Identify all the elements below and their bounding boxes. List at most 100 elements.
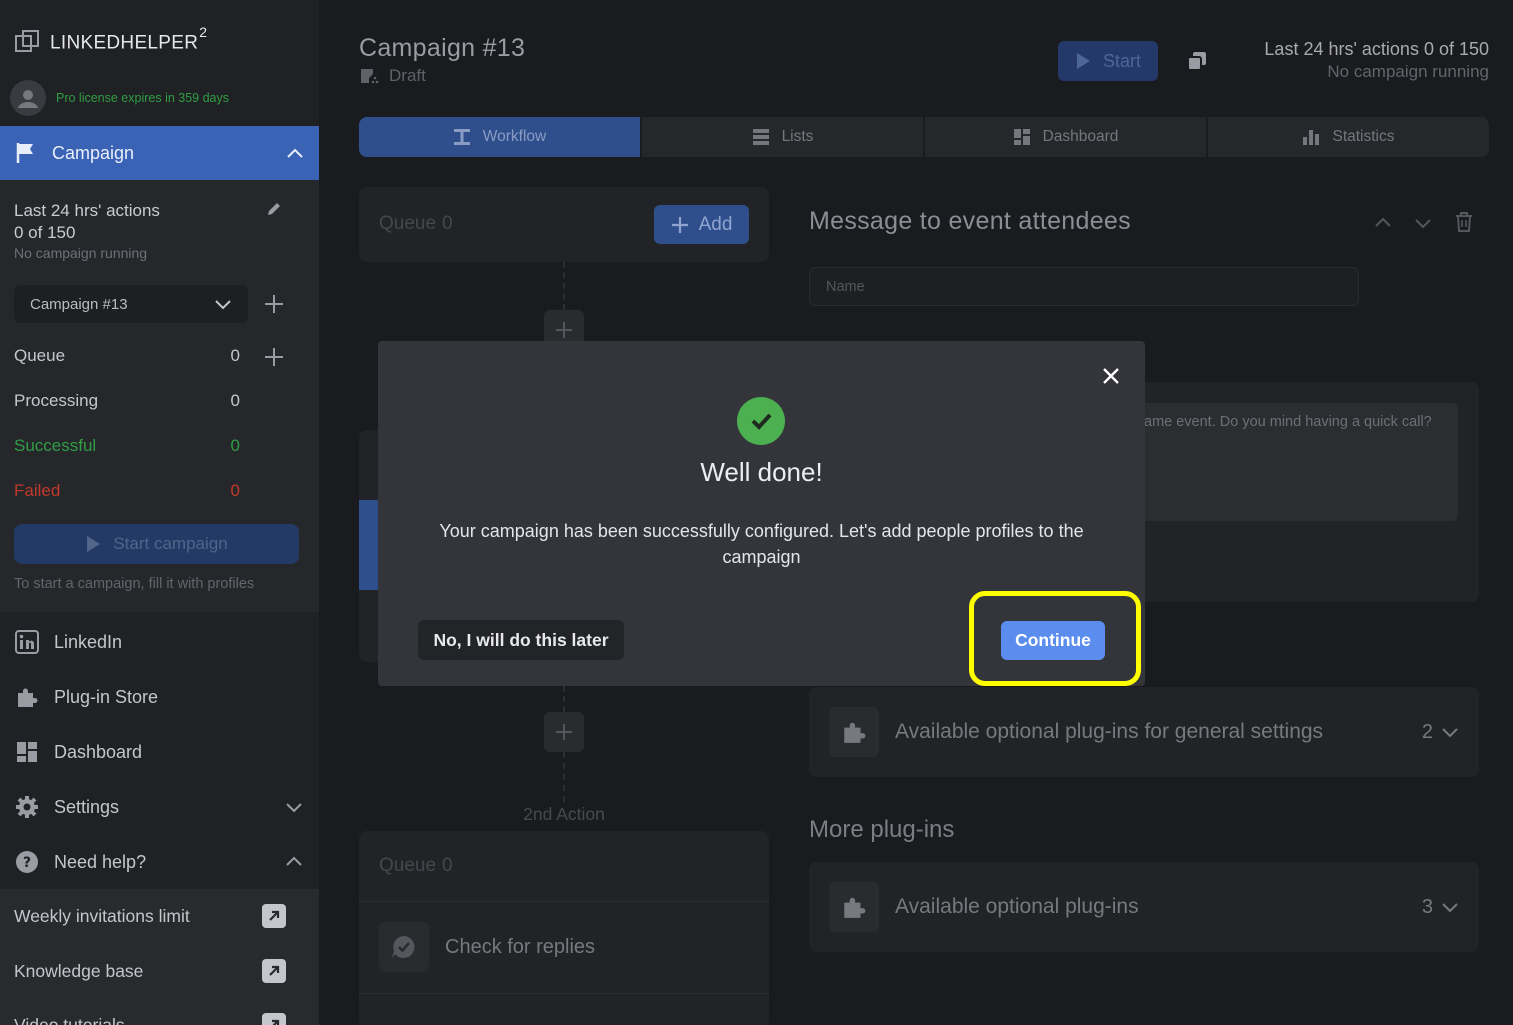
stat-value: 0 [230,481,240,500]
sidebar-item-label: LinkedIn [54,631,123,652]
chevron-down-icon[interactable] [1412,212,1434,234]
plus-icon [556,322,572,338]
sidebar-item-label: Need help? [54,851,147,872]
connector-line [563,686,565,712]
plugins-more-label: Available optional plug-ins [895,895,1139,918]
chevron-down-icon [214,295,232,313]
action-title: Message to event attendees [809,207,1131,235]
count-value: 2 [1421,720,1433,743]
chevron-down-icon [284,797,304,817]
external-link-icon [262,1013,286,1025]
lists-icon [752,128,770,146]
do-later-button[interactable]: No, I will do this later [418,620,624,660]
count-value: 3 [1421,895,1433,918]
continue-highlight-frame [969,591,1141,686]
plugins-more-count: 3 [1422,896,1459,919]
insert-action-button[interactable] [544,712,584,752]
campaign-section-header[interactable]: Campaign [0,126,319,180]
add-profiles-button[interactable]: Add [654,205,749,244]
sidebar-item-dashboard[interactable]: Dashboard [14,732,304,772]
linkedin-icon [14,629,40,655]
queue-text: Queue [379,213,437,234]
dialog-title: Well done! [700,457,823,487]
plus-icon [671,216,689,234]
duplicate-icon[interactable] [1186,50,1208,72]
campaign-select[interactable]: Campaign #13 [14,285,248,323]
weekly-invitations-link[interactable]: Weekly invitations limit [14,899,286,933]
divider [359,901,769,902]
trash-icon[interactable] [1454,211,1474,233]
action-name-field[interactable] [809,267,1359,306]
knowledge-base-link[interactable]: Knowledge base [14,954,286,988]
header-no-campaign: No campaign running [1327,62,1489,81]
tab-statistics[interactable]: Statistics [1208,117,1489,157]
more-plugins-section[interactable]: Available optional plug-ins 3 [809,862,1479,952]
stat-label: Successful [14,436,97,455]
flag-icon [14,141,38,165]
draft-icon [359,66,379,86]
play-icon [1075,52,1091,70]
close-icon[interactable] [1098,363,1124,389]
dashboard-icon [1013,128,1031,146]
last24-summary: Last 24 hrs' actions 0 of 150 [14,200,160,244]
second-action-label: 2nd Action [523,804,605,824]
queue-count: 0 [442,213,453,234]
avatar[interactable] [10,80,46,116]
add-profiles-plus-icon[interactable] [263,346,285,368]
chevron-down-icon [1442,903,1458,913]
sidebar-item-plugin-store[interactable]: Plug-in Store [14,677,304,717]
user-row: Pro license expires in 359 days [10,80,229,116]
brand-logo-icon [14,28,40,54]
stat-row-processing: Processing 0 [14,391,240,411]
first-action-highlight [359,500,379,590]
sidebar-item-linkedin[interactable]: LinkedIn [14,622,304,662]
connector-line [563,752,565,802]
stat-row-queue: Queue 0 [14,346,240,366]
video-tutorials-link[interactable]: Video tutorials [14,1008,286,1025]
chevron-up-icon[interactable] [1372,212,1394,234]
brand-name: LINKEDHELPER [50,32,199,54]
message-textarea[interactable]: ame event. Do you mind having a quick ca… [1138,403,1458,521]
campaign-select-value: Campaign #13 [30,295,128,313]
chevron-up-icon [284,852,304,872]
tab-label: Lists [781,128,814,145]
general-plugins-section[interactable]: Available optional plug-ins for general … [809,687,1479,777]
sidebar-item-settings[interactable]: Settings [14,787,304,827]
workflow-icon [453,128,471,146]
divider [359,993,769,994]
add-label: Add [698,213,733,235]
page-title: Campaign #13 [359,34,526,62]
main-tabs: Workflow Lists Dashboard Statistics [359,117,1489,157]
puzzle-icon [829,707,879,757]
add-campaign-plus-icon[interactable] [263,293,285,315]
edit-icon[interactable] [265,200,283,218]
start-campaign-button[interactable]: Start campaign [14,524,299,564]
more-plugins-title: More plug-ins [809,816,955,843]
sidebar-item-need-help[interactable]: ? Need help? [14,842,304,882]
chevron-down-icon [1442,728,1458,738]
stat-row-successful: Successful 0 [14,436,240,456]
stat-value: 0 [230,391,240,410]
tab-workflow[interactable]: Workflow [359,117,642,157]
check-replies-row[interactable]: Check for replies [379,922,595,972]
connector-line [563,262,565,310]
no-campaign-text: No campaign running [14,245,148,261]
tab-label: Statistics [1332,128,1395,145]
external-link-icon [262,904,286,928]
status-label: Draft [389,66,426,85]
tab-lists[interactable]: Lists [642,117,925,157]
start-button[interactable]: Start [1058,41,1158,81]
queue-label: Queue 0 [379,855,453,877]
header-last24: Last 24 hrs' actions 0 of 150 [1264,39,1489,59]
stat-label: Processing [14,391,99,410]
chevron-up-icon[interactable] [285,143,305,163]
queue-text: Queue [379,855,437,876]
plus-icon [556,724,572,740]
plugins-general-count: 2 [1422,721,1459,744]
campaign-status: Draft [359,66,426,86]
tab-dashboard[interactable]: Dashboard [925,117,1208,157]
stat-row-failed: Failed 0 [14,481,240,501]
campaign-section-label: Campaign [52,142,135,163]
gear-icon [14,794,40,820]
check-replies-label: Check for replies [445,935,596,958]
